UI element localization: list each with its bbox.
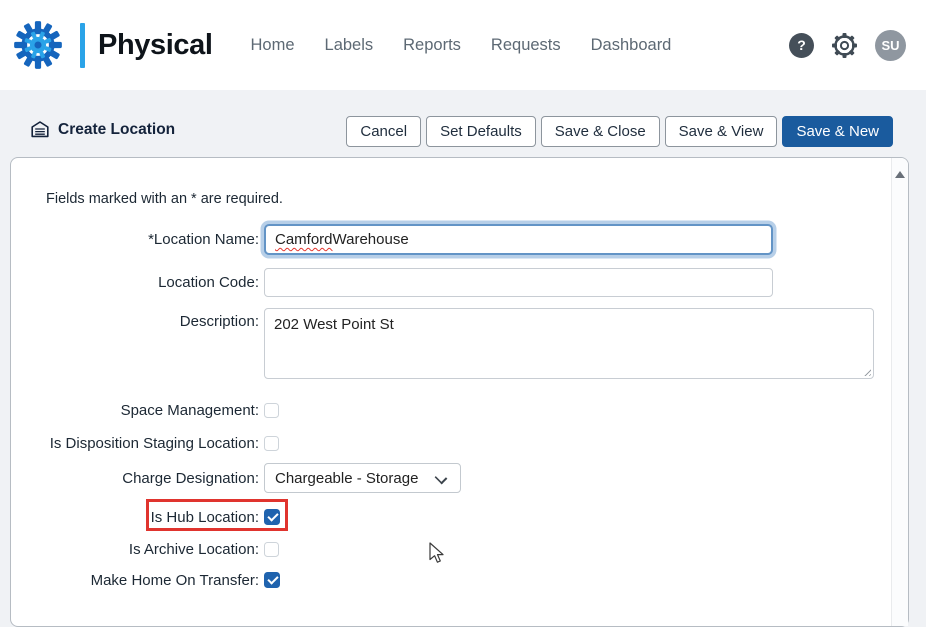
chevron-down-icon — [435, 472, 448, 485]
textarea-resize-handle[interactable] — [862, 367, 871, 376]
disposition-staging-label: Is Disposition Staging Location: — [11, 435, 259, 452]
space-management-label: Space Management: — [11, 402, 259, 419]
location-name-label: *Location Name: — [11, 231, 259, 248]
is-archive-location-label: Is Archive Location: — [11, 541, 259, 558]
nav-item-dashboard[interactable]: Dashboard — [591, 36, 672, 55]
location-code-label: Location Code: — [11, 274, 259, 291]
description-label: Description: — [11, 308, 259, 330]
make-home-on-transfer-label: Make Home On Transfer: — [11, 572, 259, 589]
nav-item-labels[interactable]: Labels — [325, 36, 374, 55]
main-nav: Home Labels Reports Requests Dashboard — [251, 36, 672, 55]
set-defaults-button[interactable]: Set Defaults — [426, 116, 536, 147]
description-row: Description: 202 West Point St — [11, 308, 874, 379]
save-and-view-button[interactable]: Save & View — [665, 116, 778, 147]
required-fields-note: Fields marked with an * are required. — [46, 191, 283, 207]
save-and-close-button[interactable]: Save & Close — [541, 116, 660, 147]
is-archive-location-row: Is Archive Location: — [11, 540, 279, 558]
location-name-row: *Location Name: Camford Warehouse — [11, 224, 773, 255]
disposition-staging-row: Is Disposition Staging Location: — [11, 434, 279, 452]
app-logo-gear-icon — [10, 17, 66, 73]
charge-designation-row: Charge Designation: Chargeable - Storage — [11, 463, 461, 493]
page-title-group: Create Location — [30, 120, 175, 139]
nav-item-reports[interactable]: Reports — [403, 36, 461, 55]
description-value: 202 West Point St — [274, 316, 394, 333]
charge-designation-select[interactable]: Chargeable - Storage — [264, 463, 461, 493]
cancel-button[interactable]: Cancel — [346, 116, 421, 147]
panel-scrollbar[interactable] — [891, 158, 908, 626]
description-textarea[interactable]: 202 West Point St — [264, 308, 874, 379]
nav-item-home[interactable]: Home — [251, 36, 295, 55]
disposition-staging-checkbox[interactable] — [264, 436, 279, 451]
location-name-input[interactable]: Camford Warehouse — [264, 224, 773, 255]
user-avatar[interactable]: SU — [875, 30, 906, 61]
help-icon[interactable]: ? — [789, 33, 814, 58]
save-and-new-button[interactable]: Save & New — [782, 116, 893, 147]
settings-gear-icon[interactable] — [831, 32, 858, 59]
space-management-checkbox[interactable] — [264, 403, 279, 418]
location-name-value-misspelled: Camford — [275, 231, 333, 248]
create-location-form-panel: Fields marked with an * are required. *L… — [10, 157, 909, 627]
nav-item-requests[interactable]: Requests — [491, 36, 561, 55]
make-home-on-transfer-row: Make Home On Transfer: — [11, 571, 280, 589]
brand-title: Physical — [98, 29, 213, 62]
brand-divider — [80, 23, 85, 68]
is-hub-location-label: Is Hub Location: — [11, 509, 259, 526]
location-name-value-rest: Warehouse — [333, 231, 409, 248]
charge-designation-value: Chargeable - Storage — [275, 470, 418, 487]
location-code-input[interactable] — [264, 268, 773, 297]
charge-designation-label: Charge Designation: — [11, 470, 259, 487]
page-title: Create Location — [58, 121, 175, 139]
action-buttons: Cancel Set Defaults Save & Close Save & … — [346, 116, 893, 147]
is-hub-location-checkbox[interactable] — [264, 509, 280, 525]
is-archive-location-checkbox[interactable] — [264, 542, 279, 557]
space-management-row: Space Management: — [11, 401, 279, 419]
warehouse-icon — [30, 120, 50, 139]
location-code-row: Location Code: — [11, 268, 773, 297]
is-hub-location-row: Is Hub Location: — [11, 508, 280, 526]
scroll-up-arrow-icon[interactable] — [895, 171, 905, 178]
app-header: Physical Home Labels Reports Requests Da… — [0, 0, 926, 90]
make-home-on-transfer-checkbox[interactable] — [264, 572, 280, 588]
